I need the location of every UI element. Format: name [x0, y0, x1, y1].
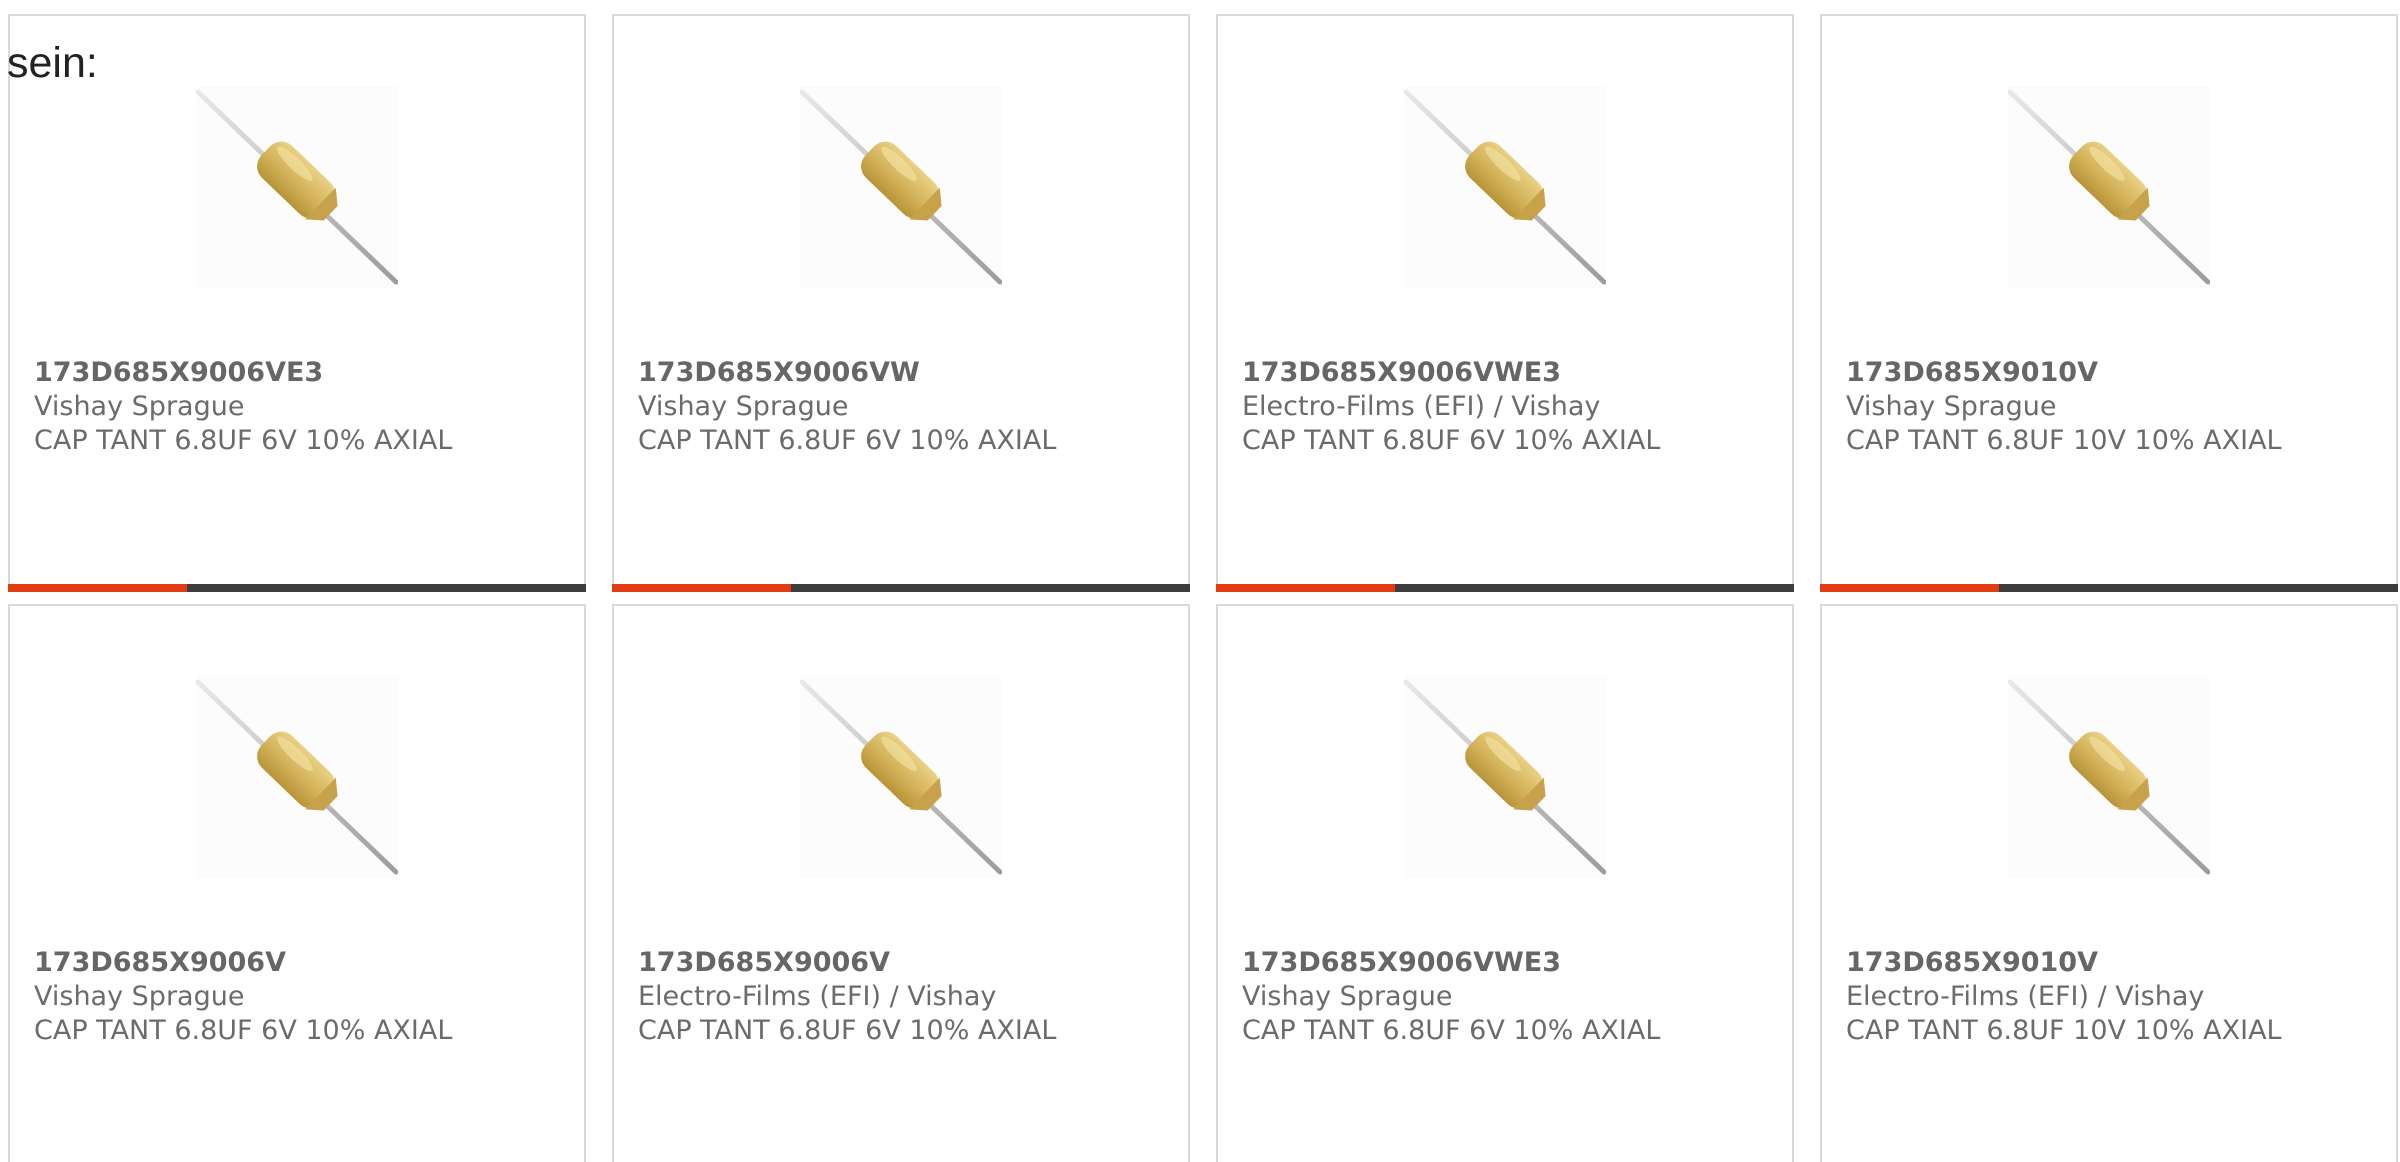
description: CAP TANT 6.8UF 10V 10% AXIAL	[1846, 425, 2282, 456]
description: CAP TANT 6.8UF 6V 10% AXIAL	[1242, 1015, 1661, 1046]
description: CAP TANT 6.8UF 6V 10% AXIAL	[34, 425, 453, 456]
part-number[interactable]: 173D685X9006V	[34, 946, 574, 980]
product-card[interactable]: 173D685X9006VE3 Vishay Sprague CAP TANT …	[8, 14, 586, 592]
card-bar-accent	[1820, 584, 2000, 592]
axial-tantalum-capacitor-image	[800, 86, 1002, 288]
product-grid-page: sein: 173D685X9006VE3 Vishay Sprague CAP…	[0, 0, 2400, 1162]
axial-tantalum-capacitor-image	[800, 676, 1002, 878]
manufacturer: Vishay Sprague	[34, 981, 245, 1012]
description: CAP TANT 6.8UF 6V 10% AXIAL	[638, 1015, 1057, 1046]
product-card[interactable]: 173D685X9010V Electro-Films (EFI) / Vish…	[1820, 604, 2398, 1162]
description: CAP TANT 6.8UF 10V 10% AXIAL	[1846, 1015, 2282, 1046]
card-bottom-bar	[1216, 584, 1794, 592]
part-number[interactable]: 173D685X9006VWE3	[1242, 946, 1782, 980]
product-grid: 173D685X9006VE3 Vishay Sprague CAP TANT …	[8, 14, 2398, 1162]
manufacturer: Vishay Sprague	[1846, 391, 2057, 422]
manufacturer: Electro-Films (EFI) / Vishay	[638, 981, 997, 1012]
manufacturer: Vishay Sprague	[1242, 981, 1453, 1012]
capacitor-image[interactable]	[1404, 676, 1606, 878]
axial-tantalum-capacitor-image	[1404, 676, 1606, 878]
capacitor-image[interactable]	[196, 86, 398, 288]
manufacturer: Electro-Films (EFI) / Vishay	[1846, 981, 2205, 1012]
part-number[interactable]: 173D685X9006VE3	[34, 356, 574, 390]
description: CAP TANT 6.8UF 6V 10% AXIAL	[1242, 425, 1661, 456]
part-number[interactable]: 173D685X9006V	[638, 946, 1178, 980]
part-number[interactable]: 173D685X9006VWE3	[1242, 356, 1782, 390]
capacitor-image[interactable]	[800, 676, 1002, 878]
part-number[interactable]: 173D685X9006VW	[638, 356, 1178, 390]
product-card[interactable]: 173D685X9006VWE3 Electro-Films (EFI) / V…	[1216, 14, 1794, 592]
capacitor-image[interactable]	[2008, 676, 2210, 878]
axial-tantalum-capacitor-image	[196, 86, 398, 288]
description: CAP TANT 6.8UF 6V 10% AXIAL	[34, 1015, 453, 1046]
manufacturer: Electro-Films (EFI) / Vishay	[1242, 391, 1601, 422]
part-number[interactable]: 173D685X9010V	[1846, 356, 2386, 390]
product-card[interactable]: 173D685X9006V Electro-Films (EFI) / Vish…	[612, 604, 1190, 1162]
axial-tantalum-capacitor-image	[2008, 86, 2210, 288]
capacitor-image[interactable]	[2008, 86, 2210, 288]
card-bottom-bar	[8, 584, 586, 592]
card-bar-accent	[8, 584, 188, 592]
product-card[interactable]: 173D685X9006V Vishay Sprague CAP TANT 6.…	[8, 604, 586, 1162]
intro-text: sein:	[7, 39, 98, 87]
manufacturer: Vishay Sprague	[638, 391, 849, 422]
manufacturer: Vishay Sprague	[34, 391, 245, 422]
axial-tantalum-capacitor-image	[2008, 676, 2210, 878]
card-bar-accent	[612, 584, 792, 592]
card-bottom-bar	[1820, 584, 2398, 592]
capacitor-image[interactable]	[1404, 86, 1606, 288]
axial-tantalum-capacitor-image	[196, 676, 398, 878]
part-number[interactable]: 173D685X9010V	[1846, 946, 2386, 980]
description: CAP TANT 6.8UF 6V 10% AXIAL	[638, 425, 1057, 456]
axial-tantalum-capacitor-image	[1404, 86, 1606, 288]
product-card[interactable]: 173D685X9006VWE3 Vishay Sprague CAP TANT…	[1216, 604, 1794, 1162]
capacitor-image[interactable]	[196, 676, 398, 878]
card-bar-accent	[1216, 584, 1396, 592]
card-bottom-bar	[612, 584, 1190, 592]
product-card[interactable]: 173D685X9010V Vishay Sprague CAP TANT 6.…	[1820, 14, 2398, 592]
product-card[interactable]: 173D685X9006VW Vishay Sprague CAP TANT 6…	[612, 14, 1190, 592]
capacitor-image[interactable]	[800, 86, 1002, 288]
